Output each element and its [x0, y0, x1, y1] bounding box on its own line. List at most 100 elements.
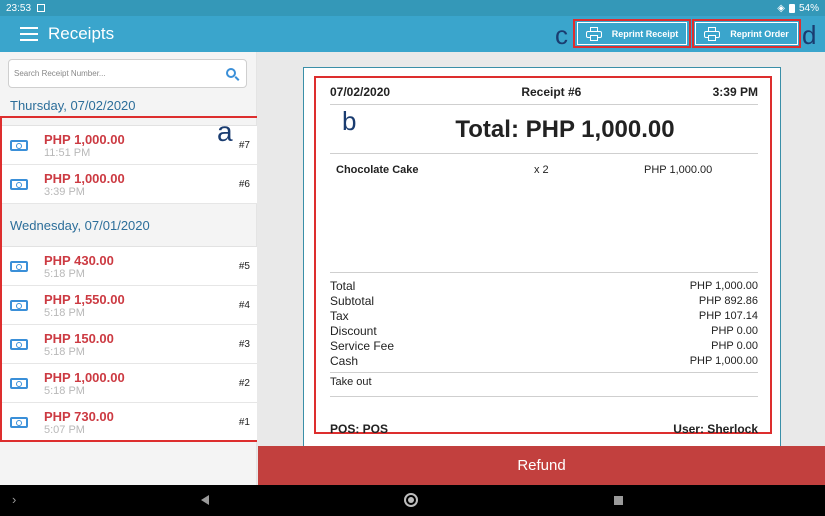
receipt-summary: Total PHP 1,000.00 Subtotal PHP 892.86 Tax…	[330, 279, 758, 369]
receipt-time: 5:18 PM	[44, 268, 85, 280]
receipt-date: 07/02/2020	[330, 85, 391, 99]
cash-bill-icon	[10, 378, 28, 389]
receipt-list-item[interactable]: PHP 150.00 5:18 PM #3	[0, 325, 258, 364]
date-header: Thursday, 07/02/2020	[10, 98, 136, 113]
receipt-number: #6	[238, 179, 250, 190]
cash-bill-icon	[10, 179, 28, 190]
reprint-order-button[interactable]: Reprint Order	[695, 22, 798, 45]
status-bar: 23:53 ◈ 54%	[0, 0, 825, 16]
divider	[330, 396, 758, 397]
summary-label: Cash	[330, 354, 359, 368]
cash-bill-icon	[10, 140, 28, 151]
receipt-amount: PHP 1,550.00	[44, 292, 125, 307]
chevron-right-icon[interactable]: ›	[12, 492, 16, 507]
receipt-time: 5:18 PM	[44, 346, 85, 358]
annotation-label-d: d	[802, 20, 817, 50]
summary-label: Total	[330, 279, 356, 293]
printer-icon	[585, 26, 602, 41]
user-label: User: Sherlock	[673, 422, 758, 436]
divider	[330, 272, 758, 273]
summary-value: PHP 892.86	[698, 295, 758, 307]
recents-icon[interactable]	[614, 496, 623, 505]
battery-icon	[788, 3, 795, 13]
summary-row: Total PHP 1,000.00	[330, 279, 758, 294]
battery-level: 54%	[798, 2, 819, 14]
summary-row: Cash PHP 1,000.00	[330, 354, 758, 369]
receipt-list-item[interactable]: PHP 1,000.00 5:18 PM #2	[0, 364, 258, 403]
order-type: Take out	[330, 376, 372, 388]
reprint-order-button-highlight: Reprint Order	[692, 19, 801, 48]
summary-label: Tax	[330, 309, 349, 323]
receipt-number: #1	[238, 417, 250, 428]
receipt-amount: PHP 430.00	[44, 253, 114, 268]
reprint-receipt-label: Reprint Receipt	[611, 28, 679, 39]
printer-icon	[704, 26, 721, 41]
receipt-number: #5	[238, 261, 250, 272]
cash-bill-icon	[10, 417, 28, 428]
hamburger-menu-icon[interactable]	[20, 27, 38, 41]
vibrate-icon: ◈	[777, 2, 785, 14]
receipt-total: Total: PHP 1,000.00	[455, 116, 675, 143]
divider	[330, 104, 758, 105]
summary-value: PHP 107.14	[698, 310, 758, 322]
back-icon[interactable]	[201, 495, 209, 505]
summary-value: PHP 1,000.00	[689, 355, 758, 367]
receipt-time: 5:18 PM	[44, 307, 85, 319]
receipt-title: Receipt #6	[521, 85, 582, 99]
home-icon[interactable]	[404, 493, 418, 507]
refund-button[interactable]: Refund	[258, 446, 825, 485]
receipt-paper: 07/02/2020 Receipt #6 3:39 PM b Total: P…	[303, 67, 781, 485]
receipt-time: 11:51 PM	[44, 147, 91, 159]
summary-row: Service Fee PHP 0.00	[330, 339, 758, 354]
reprint-receipt-button[interactable]: Reprint Receipt	[576, 22, 688, 45]
summary-label: Subtotal	[330, 294, 375, 308]
receipt-amount: PHP 1,000.00	[44, 132, 125, 147]
search-box	[8, 59, 247, 88]
image-notification-icon	[37, 4, 46, 12]
date-header: Wednesday, 07/01/2020	[10, 218, 150, 233]
receipt-number: #7	[238, 140, 250, 151]
summary-row: Subtotal PHP 892.86	[330, 294, 758, 309]
cash-bill-icon	[10, 261, 28, 272]
annotation-label-c: c	[555, 20, 568, 50]
receipt-amount: PHP 150.00	[44, 331, 114, 346]
status-time: 23:53	[6, 2, 32, 14]
receipt-time: 3:39 PM	[712, 85, 758, 99]
receipt-amount: PHP 730.00	[44, 409, 114, 424]
system-nav-bar: ›	[0, 485, 825, 516]
annotation-label-a: a	[217, 116, 233, 147]
item-price: PHP 1,000.00	[644, 164, 713, 176]
receipt-header: 07/02/2020 Receipt #6 3:39 PM	[330, 85, 758, 99]
summary-label: Discount	[330, 324, 377, 338]
receipt-footer: POS: POS User: Sherlock	[330, 422, 758, 436]
search-icon[interactable]	[226, 68, 236, 78]
receipt-list-item[interactable]: PHP 430.00 5:18 PM #5	[0, 247, 258, 286]
receipt-list-item[interactable]: PHP 730.00 5:07 PM #1	[0, 403, 258, 442]
receipt-group: PHP 430.00 5:18 PM #5 PHP 1,550.00 5:18 …	[0, 246, 258, 442]
item-quantity: x 2	[534, 164, 549, 176]
cash-bill-icon	[10, 300, 28, 311]
receipt-time: 3:39 PM	[44, 186, 85, 198]
receipt-list-item[interactable]: PHP 1,550.00 5:18 PM #4	[0, 286, 258, 325]
reprint-order-label: Reprint Order	[730, 28, 789, 39]
summary-row: Discount PHP 0.00	[330, 324, 758, 339]
receipt-detail-panel: 07/02/2020 Receipt #6 3:39 PM b Total: P…	[257, 52, 825, 485]
reprint-receipt-button-highlight: Reprint Receipt	[573, 19, 691, 48]
divider	[330, 372, 758, 373]
summary-value: PHP 0.00	[711, 340, 758, 352]
receipt-amount: PHP 1,000.00	[44, 370, 125, 385]
receipt-number: #2	[238, 378, 250, 389]
item-name: Chocolate Cake	[336, 164, 419, 176]
cash-bill-icon	[10, 339, 28, 350]
receipt-list-item[interactable]: PHP 1,000.00 3:39 PM #6	[0, 165, 258, 204]
receipt-number: #4	[238, 300, 250, 311]
search-input[interactable]	[9, 69, 209, 78]
summary-label: Service Fee	[330, 339, 395, 353]
receipt-time: 5:07 PM	[44, 424, 85, 436]
summary-value: PHP 0.00	[711, 325, 758, 337]
summary-value: PHP 1,000.00	[689, 280, 758, 292]
summary-row: Tax PHP 107.14	[330, 309, 758, 324]
divider	[330, 153, 758, 154]
receipt-time: 5:18 PM	[44, 385, 85, 397]
receipt-content: 07/02/2020 Receipt #6 3:39 PM b Total: P…	[314, 76, 772, 436]
